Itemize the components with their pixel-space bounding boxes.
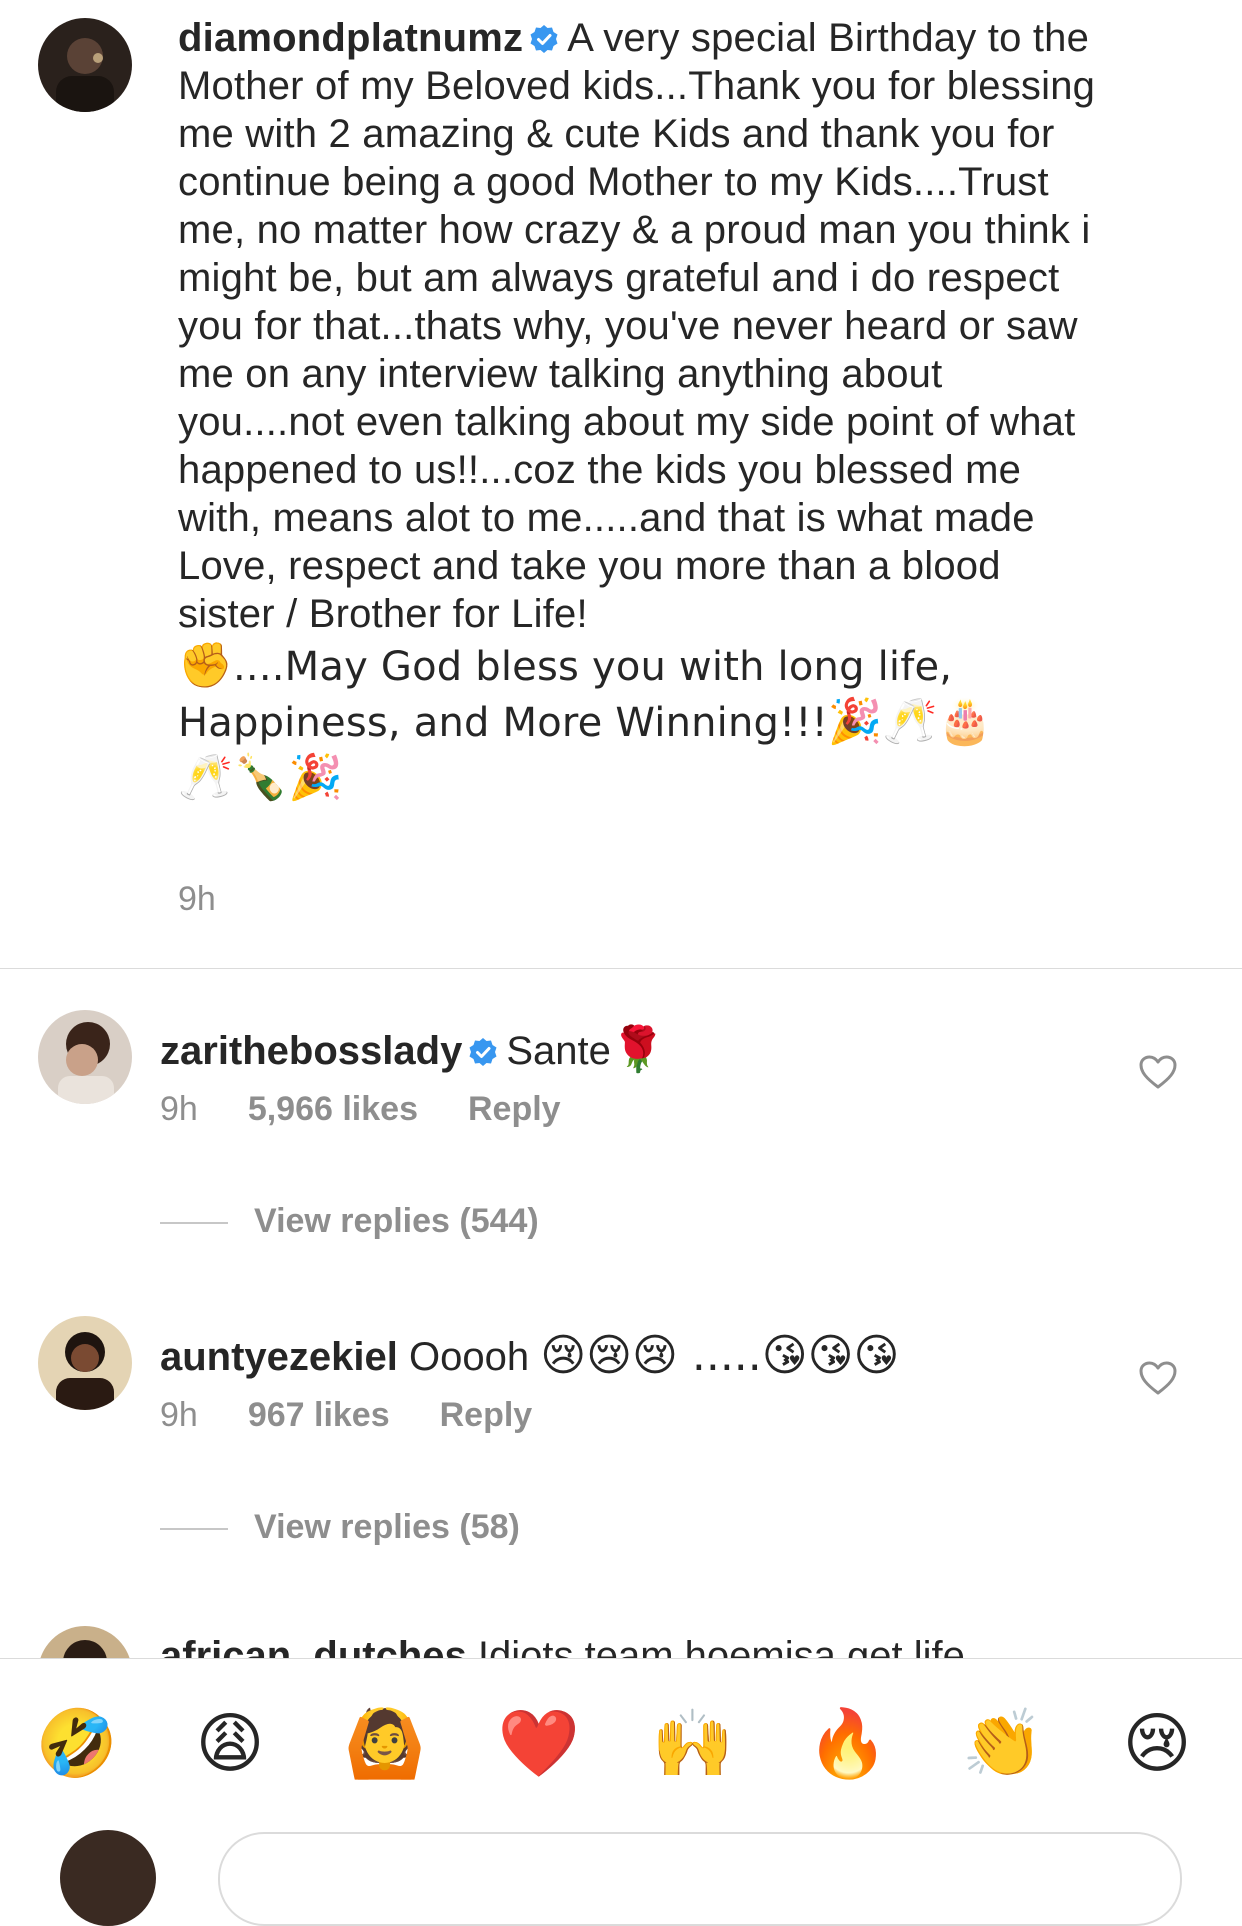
commenter-username[interactable]: zarithebosslady	[160, 1029, 462, 1073]
replies-dash	[160, 1528, 228, 1531]
comment-likes[interactable]: 967 likes	[248, 1396, 390, 1434]
comment-message: Sante	[506, 1029, 611, 1073]
rofl-emoji-icon[interactable]: 🤣	[32, 1699, 122, 1789]
view-replies-label: View replies (544)	[254, 1202, 539, 1240]
comment-item: african_dutches Idiots team hoemisa get …	[0, 1620, 1242, 1658]
comment-meta: 9h 5,966 likes Reply	[160, 1090, 611, 1129]
comment-text: auntyezekiel Ooooh 😢😢😢 .....😘😘😘	[160, 1328, 899, 1384]
caption-username[interactable]: diamondplatnumz	[178, 16, 523, 60]
like-heart-icon[interactable]	[1138, 1360, 1178, 1396]
commenter-username[interactable]: african_dutches	[160, 1634, 467, 1658]
comment-timestamp: 9h	[160, 1396, 198, 1434]
comment-item: zarithebosslady Sante🌹 9h 5,966 likes Reply…	[0, 1010, 1242, 1310]
view-replies-button[interactable]: View replies (544)	[160, 1202, 539, 1241]
replies-dash	[160, 1222, 228, 1225]
view-replies-label: View replies (58)	[254, 1508, 520, 1546]
caption-text-block: diamondplatnumz A very special Birthday t…	[178, 14, 1098, 806]
heart-emoji-icon[interactable]: ❤️	[494, 1699, 584, 1789]
commenter-avatar[interactable]	[38, 1626, 132, 1658]
weary-emoji-icon[interactable]: 😩	[185, 1699, 275, 1789]
comment-text: zarithebosslady Sante🌹	[160, 1022, 666, 1078]
comment-message: Ooooh	[409, 1335, 530, 1379]
commenter-username[interactable]: auntyezekiel	[160, 1335, 398, 1379]
comment-timestamp: 9h	[160, 1090, 198, 1128]
reply-button[interactable]: Reply	[468, 1090, 561, 1128]
crying-kiss-emoji-icon: 😢😢😢 .....😘😘😘	[540, 1330, 900, 1381]
raised-fist-emoji-icon: ✊	[178, 640, 233, 691]
caption-emoji-line-last: 🥂🍾🎉	[178, 750, 1098, 806]
my-avatar	[60, 1830, 156, 1926]
verified-badge-icon	[469, 1038, 497, 1066]
divider	[0, 968, 1242, 969]
ok-gesture-emoji-icon[interactable]: 🙆	[340, 1699, 430, 1789]
comment-likes[interactable]: 5,966 likes	[248, 1090, 418, 1128]
like-heart-icon[interactable]	[1138, 1054, 1178, 1090]
comment-text: african_dutches Idiots team hoemisa get …	[160, 1632, 965, 1658]
commenter-avatar[interactable]	[38, 1010, 132, 1104]
comment-meta: 9h 967 likes Reply	[160, 1396, 582, 1435]
toast-emoji-icon: 🥂🍾🎉	[178, 752, 343, 803]
fire-emoji-icon[interactable]: 🔥	[803, 1699, 893, 1789]
caption-emoji-line: ✊....May God bless you with long life, H…	[178, 638, 1098, 750]
verified-badge-icon	[530, 25, 558, 53]
caption-author-avatar[interactable]	[38, 18, 132, 112]
reply-button[interactable]: Reply	[440, 1396, 533, 1434]
caption-timestamp: 9h	[178, 880, 216, 918]
comment-message: Idiots team hoemisa get life	[477, 1634, 965, 1658]
post-caption: diamondplatnumz A very special Birthday t…	[0, 0, 1242, 966]
clapping-emoji-icon[interactable]: 👏	[958, 1699, 1048, 1789]
view-replies-button[interactable]: View replies (58)	[160, 1508, 520, 1547]
rose-emoji-icon: 🌹	[610, 1024, 666, 1075]
comment-item: auntyezekiel Ooooh 😢😢😢 .....😘😘😘 9h 967 li…	[0, 1316, 1242, 1616]
caption-message: A very special Birthday to the Mother of…	[178, 16, 1096, 636]
crying-emoji-icon[interactable]: 😢	[1112, 1699, 1202, 1789]
raised-hands-emoji-icon[interactable]: 🙌	[648, 1699, 738, 1789]
comment-input[interactable]	[218, 1832, 1182, 1926]
quick-reaction-bar: 🤣 😩 🙆 ❤️ 🙌 🔥 👏 😢	[0, 1658, 1242, 1847]
celebration-emoji-icon: 🎉🥂🎂	[827, 696, 993, 747]
commenter-avatar[interactable]	[38, 1316, 132, 1410]
